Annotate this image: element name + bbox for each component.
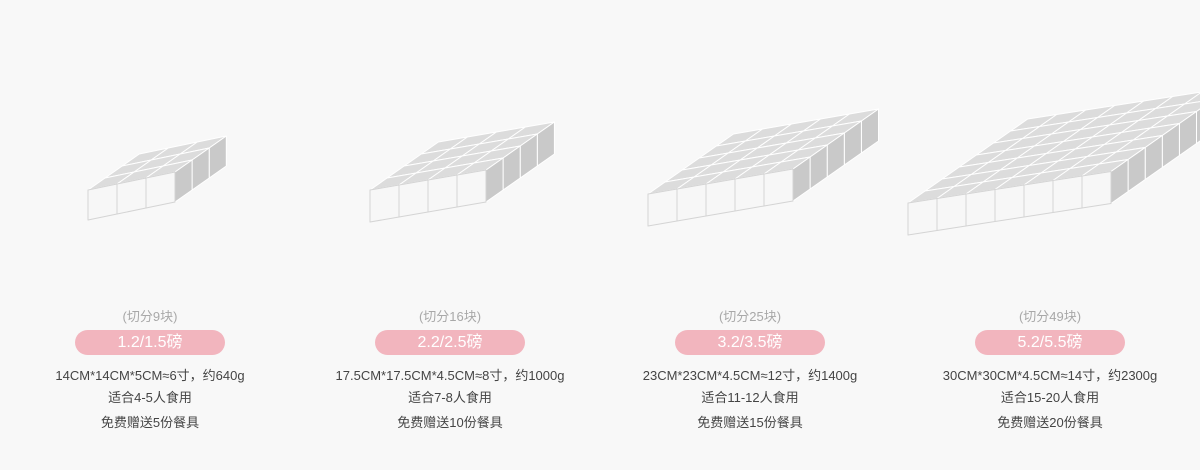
product-card: (切分25块) 3.2/3.5磅 23CM*23CM*4.5CM≈12寸，约14… [600, 0, 900, 470]
gift-text: 免费赠送10份餐具 [397, 415, 503, 430]
weight-badge[interactable]: 5.2/5.5磅 [975, 330, 1125, 355]
gift-text: 免费赠送20份餐具 [997, 415, 1103, 430]
product-card: (切分16块) 2.2/2.5磅 17.5CM*17.5CM*4.5CM≈8寸，… [300, 0, 600, 470]
cake-grid-5x5-icon [647, 108, 879, 227]
product-card: (切分9块) 1.2/1.5磅 14CM*14CM*5CM≈6寸，约640g 适… [0, 0, 300, 470]
serves-text: 适合11-12人食用 [701, 390, 799, 405]
piece-count: (切分9块) [122, 309, 178, 324]
gift-text: 免费赠送5份餐具 [100, 415, 200, 430]
serves-text: 适合4-5人食用 [108, 390, 192, 405]
cake-grid-3x3-icon [87, 135, 227, 221]
size-text: 17.5CM*17.5CM*4.5CM≈8寸，约1000g [335, 368, 565, 383]
cake-grid-4x4-icon [369, 121, 555, 223]
piece-count: (切分16块) [418, 309, 482, 324]
weight-badge[interactable]: 1.2/1.5磅 [75, 330, 225, 355]
gift-text: 免费赠送15份餐具 [697, 415, 803, 430]
weight-badge[interactable]: 2.2/2.5磅 [375, 330, 525, 355]
weight-badge[interactable]: 3.2/3.5磅 [675, 330, 825, 355]
cake-grid-7x7-icon [907, 91, 1200, 236]
serves-text: 适合7-8人食用 [408, 390, 492, 405]
piece-count: (切分25块) [718, 309, 782, 324]
size-text: 30CM*30CM*4.5CM≈14寸，约2300g [942, 368, 1158, 383]
product-card: (切分49块) 5.2/5.5磅 30CM*30CM*4.5CM≈14寸，约23… [900, 0, 1200, 470]
size-text: 14CM*14CM*5CM≈6寸，约640g [55, 368, 245, 383]
size-text: 23CM*23CM*4.5CM≈12寸，约1400g [642, 368, 858, 383]
piece-count: (切分49块) [1018, 309, 1082, 324]
serves-text: 适合15-20人食用 [1000, 390, 1100, 405]
